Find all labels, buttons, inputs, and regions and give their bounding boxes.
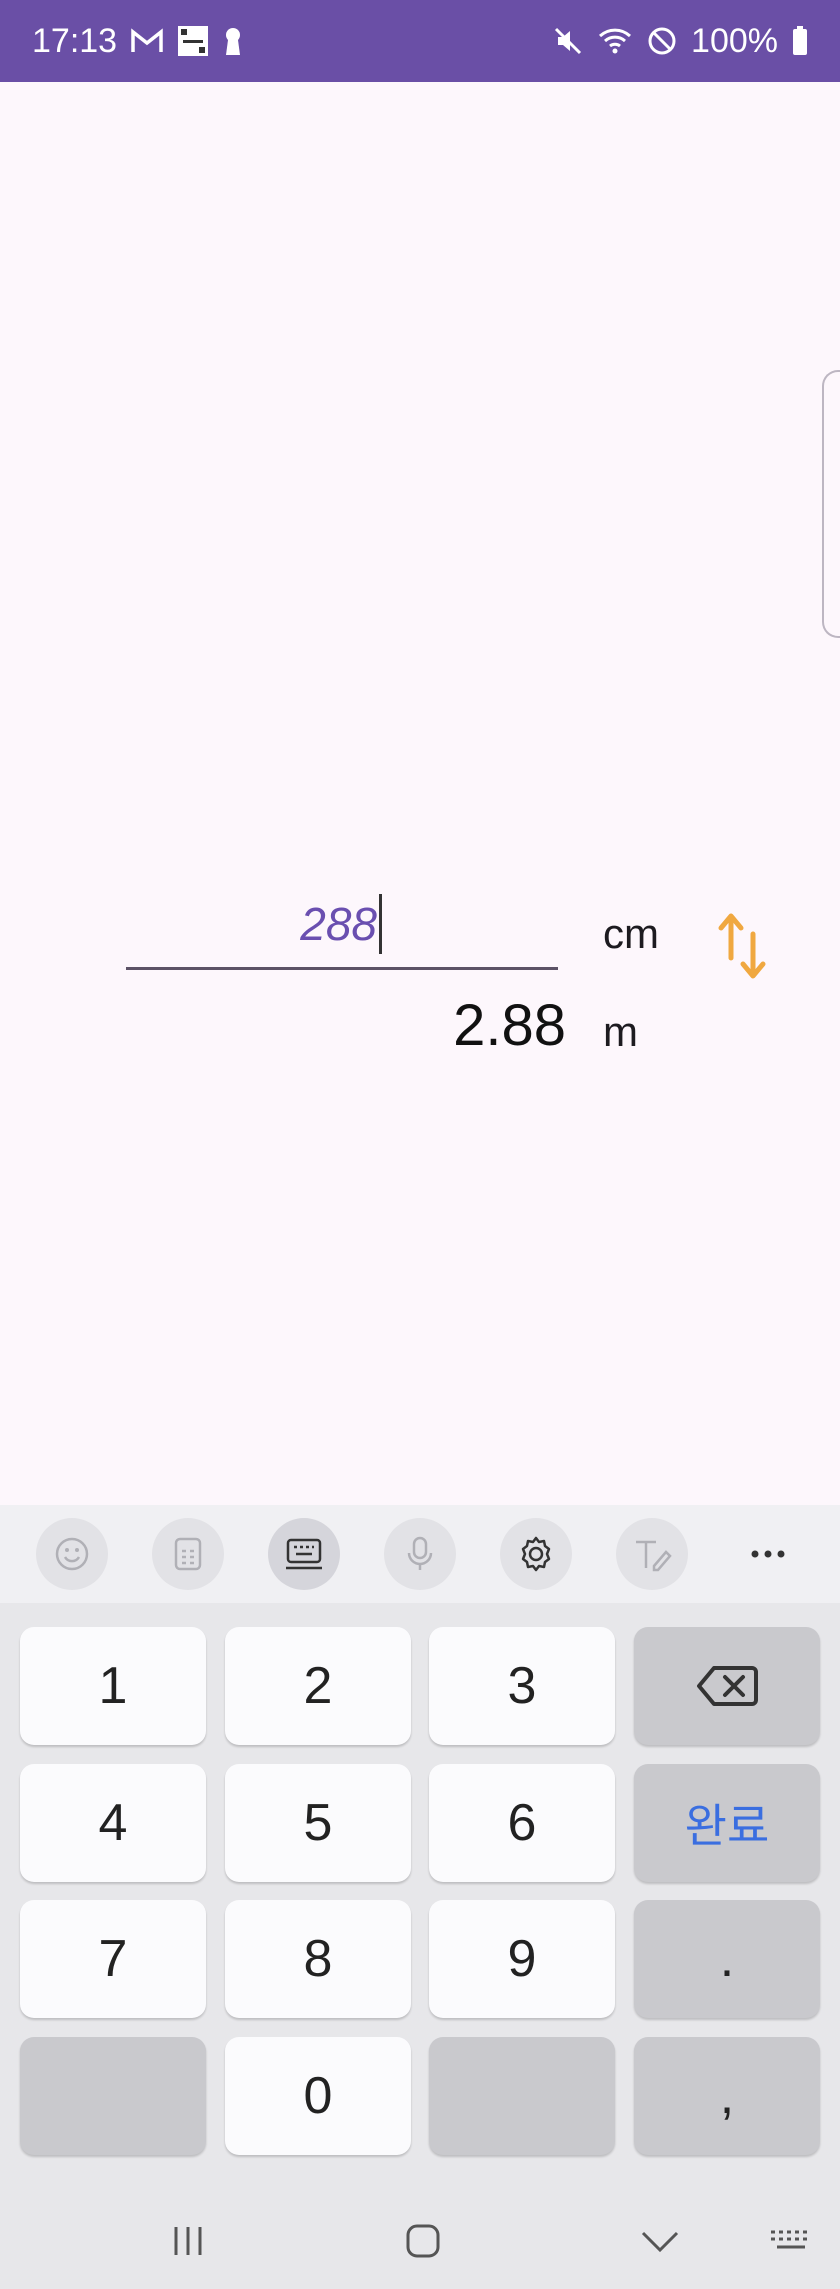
blank-key-left <box>20 2037 206 2155</box>
swap-arrows-icon <box>718 913 766 979</box>
emoji-icon[interactable] <box>36 1518 108 1590</box>
more-icon[interactable] <box>732 1518 804 1590</box>
to-unit-label[interactable]: m <box>603 1008 638 1056</box>
home-icon <box>406 2224 440 2258</box>
key-2[interactable]: 2 <box>225 1627 411 1745</box>
mute-icon <box>553 26 583 56</box>
clipboard-icon[interactable] <box>152 1518 224 1590</box>
wifi-icon <box>597 26 633 56</box>
recents-button[interactable] <box>168 2213 208 2269</box>
status-time: 17:13 <box>32 21 118 60</box>
keyboard-icon <box>771 2230 807 2249</box>
backspace-key[interactable] <box>634 1627 820 1745</box>
recents-icon <box>174 2227 202 2255</box>
converter: 288 cm 2.88 m <box>0 880 840 1070</box>
key-7[interactable]: 7 <box>20 1900 206 2018</box>
home-button[interactable] <box>403 2213 443 2269</box>
back-button[interactable] <box>638 2213 682 2269</box>
text-cursor <box>379 893 382 954</box>
keyboard-layout-icon[interactable] <box>268 1518 340 1590</box>
gmail-icon <box>131 28 163 54</box>
key-4[interactable]: 4 <box>20 1764 206 1882</box>
edge-panel-handle[interactable] <box>822 370 840 638</box>
navigation-bar <box>0 2193 840 2289</box>
keyboard-hide-button[interactable] <box>768 2213 814 2269</box>
keyhole-icon <box>223 26 243 56</box>
do-not-disturb-icon <box>647 26 677 56</box>
qr-app-icon <box>177 25 209 57</box>
battery-percent: 100% <box>691 21 778 60</box>
keyboard-toolbar <box>0 1505 840 1603</box>
status-bar: 17:13 100% <box>0 0 840 82</box>
numeric-keyboard: 1 2 3 4 5 6 완료 7 8 9 . 0 , <box>0 1603 840 2193</box>
backspace-icon <box>697 1666 758 1706</box>
comma-key[interactable]: , <box>634 2037 820 2155</box>
key-0[interactable]: 0 <box>225 2037 411 2155</box>
done-key[interactable]: 완료 <box>634 1764 820 1882</box>
swap-units-button[interactable] <box>713 910 773 982</box>
chevron-down-icon <box>641 2231 679 2253</box>
key-8[interactable]: 8 <box>225 1900 411 2018</box>
from-unit-label[interactable]: cm <box>603 910 659 958</box>
dot-key[interactable]: . <box>634 1900 820 2018</box>
key-6[interactable]: 6 <box>429 1764 615 1882</box>
key-5[interactable]: 5 <box>225 1764 411 1882</box>
key-9[interactable]: 9 <box>429 1900 615 2018</box>
key-1[interactable]: 1 <box>20 1627 206 1745</box>
input-value: 288 <box>300 897 377 950</box>
key-3[interactable]: 3 <box>429 1627 615 1745</box>
mic-icon[interactable] <box>384 1518 456 1590</box>
battery-icon <box>792 26 808 56</box>
handwriting-icon[interactable] <box>616 1518 688 1590</box>
result-value: 2.88 <box>453 993 566 1058</box>
value-input[interactable]: 288 <box>126 880 558 970</box>
blank-key-right <box>429 2037 615 2155</box>
settings-icon[interactable] <box>500 1518 572 1590</box>
